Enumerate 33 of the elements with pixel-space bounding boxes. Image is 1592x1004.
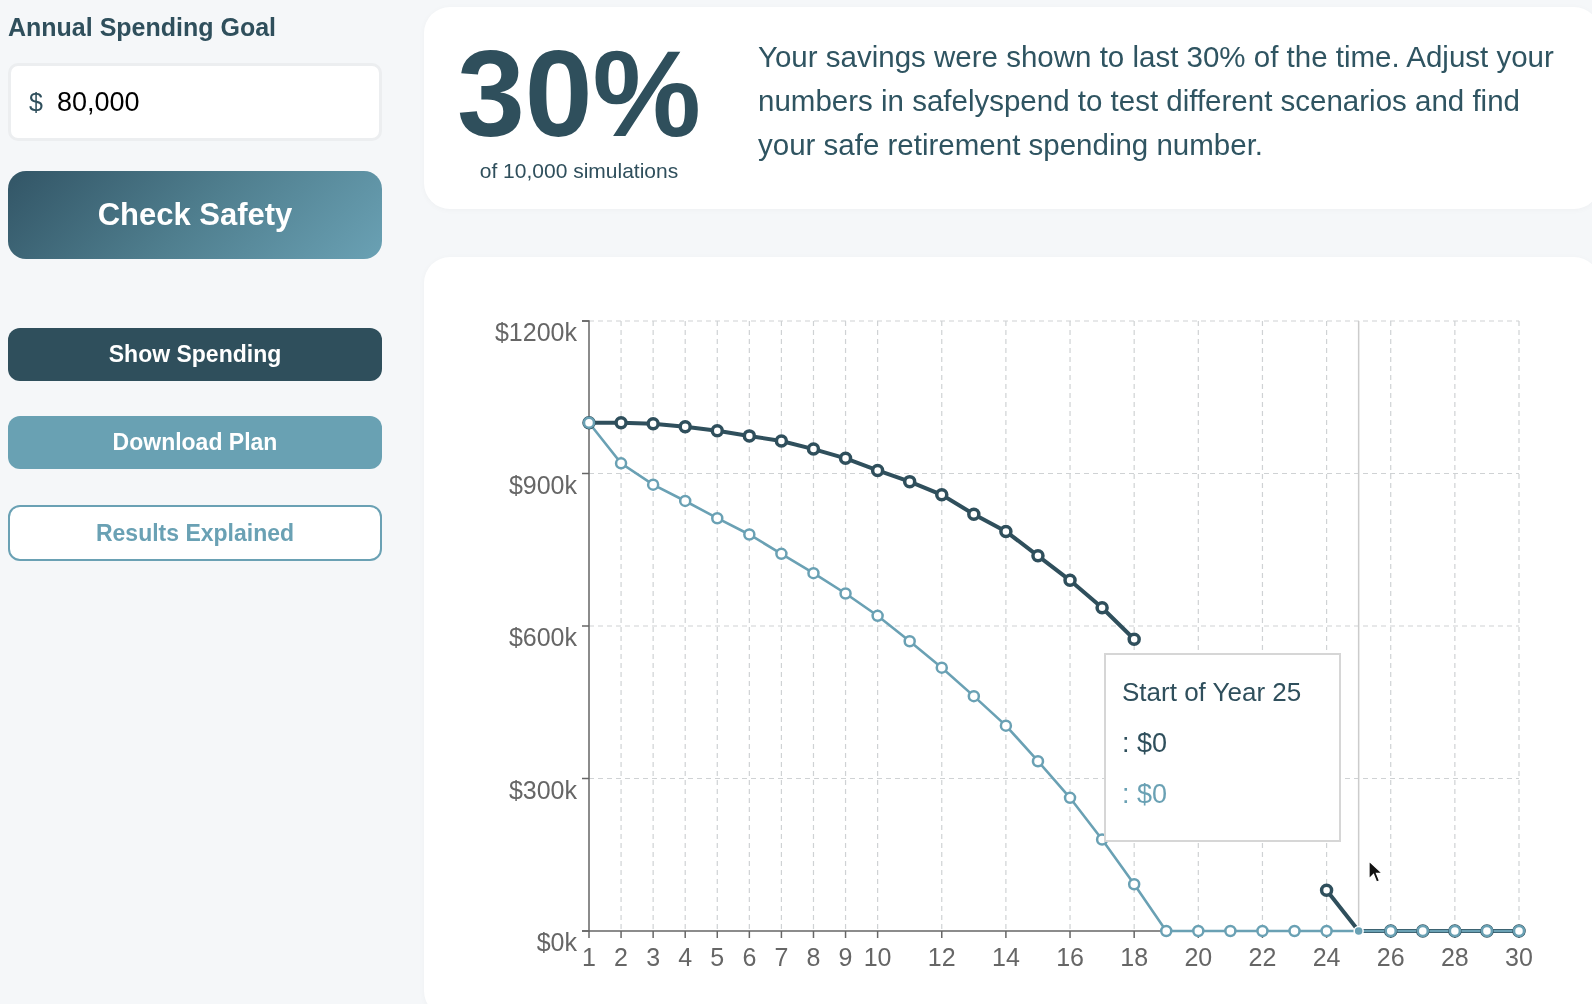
- x-tick-label: 26: [1376, 943, 1405, 971]
- x-tick-label: 28: [1440, 943, 1469, 971]
- x-tick-label: 18: [1120, 943, 1149, 971]
- x-tick-label: 4: [678, 943, 693, 971]
- tooltip-value: : $0: [1122, 779, 1169, 810]
- x-tick-label: 9: [838, 943, 853, 971]
- x-tick-label: 3: [646, 943, 661, 971]
- x-tick-label: 1: [582, 943, 596, 971]
- y-tick-label: $0k: [536, 928, 577, 956]
- x-tick-label: 5: [710, 943, 725, 971]
- y-tick-label: $1200k: [494, 318, 577, 346]
- percentage-value: 30%: [456, 33, 702, 155]
- tooltip-title: Start of Year 25: [1122, 677, 1303, 708]
- y-tick-label: $300k: [508, 775, 577, 804]
- field-label: Annual Spending Goal: [8, 13, 278, 39]
- currency-prefix: $: [29, 87, 43, 117]
- x-tick-label: 12: [927, 943, 956, 971]
- y-tick-label: $900k: [508, 470, 577, 499]
- x-tick-label: 8: [806, 943, 821, 971]
- x-tick-label: 10: [863, 943, 892, 971]
- tooltip-value: : $0: [1122, 728, 1169, 759]
- x-tick-label: 30: [1505, 943, 1533, 971]
- summary-message: Your savings were shown to last 30% of the time. Adjust your numbers in safelyspend to test different scenarios and find your safe retirement spending number.: [758, 39, 1555, 163]
- x-tick-label: 20: [1184, 943, 1213, 971]
- x-tick-label: 2: [614, 943, 628, 971]
- x-tick-label: 6: [742, 943, 757, 971]
- x-tick-label: 7: [774, 943, 789, 971]
- x-tick-label: 16: [1056, 943, 1084, 971]
- percentage-caption: of 10,000 simulations: [479, 159, 679, 183]
- x-tick-label: 22: [1248, 943, 1277, 971]
- x-tick-label: 24: [1312, 943, 1341, 971]
- y-tick-label: $600k: [508, 623, 577, 651]
- x-tick-label: 14: [992, 943, 1020, 971]
